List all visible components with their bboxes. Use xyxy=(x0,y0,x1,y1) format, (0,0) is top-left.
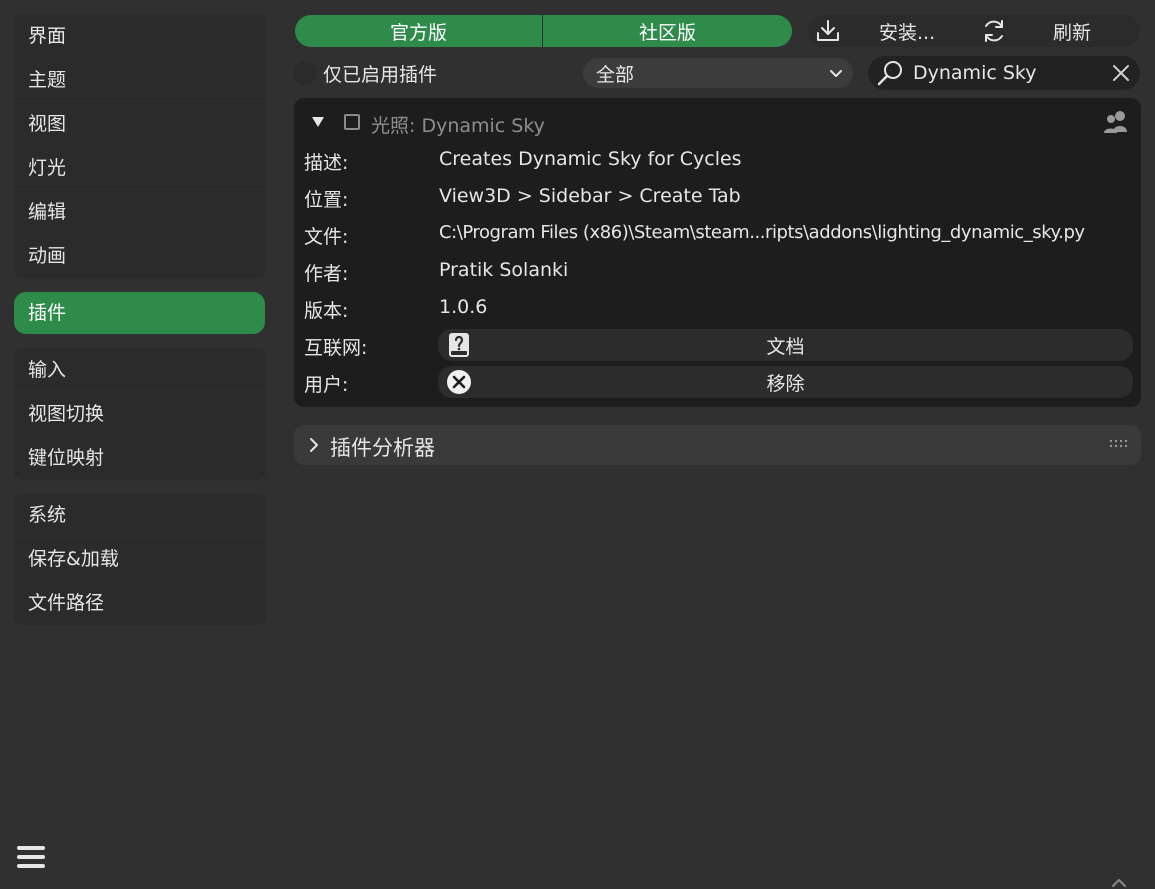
sidebar-item-addons[interactable]: 插件 xyxy=(14,292,265,334)
search-input[interactable]: Dynamic Sky xyxy=(913,62,1036,84)
hamburger-icon[interactable] xyxy=(17,843,45,871)
sidebar-item-save-load[interactable]: 保存&加载 xyxy=(14,537,266,581)
install-label: 安装... xyxy=(879,21,936,44)
search-icon xyxy=(877,61,902,86)
chevron-down-icon xyxy=(830,70,842,77)
refresh-button[interactable]: 刷新 xyxy=(974,15,1140,47)
expand-triangle-icon[interactable] xyxy=(312,117,324,128)
enabled-only-label: 仅已启用插件 xyxy=(323,63,438,86)
addon-enable-checkbox[interactable] xyxy=(344,114,360,130)
addon-profiler-panel[interactable]: 插件分析器 xyxy=(294,425,1141,465)
remove-x-icon xyxy=(447,370,471,394)
sidebar-item-interface[interactable]: 界面 xyxy=(14,14,266,58)
sidebar-item-file-paths[interactable]: 文件路径 xyxy=(14,581,266,625)
sidebar-item-lights[interactable]: 灯光 xyxy=(14,146,266,190)
download-icon xyxy=(817,20,839,41)
sidebar-item-input[interactable]: 输入 xyxy=(14,348,266,392)
internet-label: 互联网: xyxy=(304,337,368,359)
file-label: 文件: xyxy=(304,226,349,248)
author-value: Pratik Solanki xyxy=(439,259,569,281)
chevron-up-icon[interactable] xyxy=(1110,876,1128,888)
help-book-icon xyxy=(449,333,469,357)
addon-profiler-title: 插件分析器 xyxy=(330,436,435,460)
enabled-only-checkbox[interactable] xyxy=(293,61,317,85)
sidebar-item-system[interactable]: 系统 xyxy=(14,493,266,537)
search-field[interactable]: Dynamic Sky xyxy=(868,56,1140,90)
refresh-icon xyxy=(985,20,1003,42)
category-dropdown[interactable]: 全部 xyxy=(583,58,853,88)
install-refresh-group: 安装... 刷新 xyxy=(808,15,1140,47)
refresh-label: 刷新 xyxy=(1053,21,1092,44)
install-button[interactable]: 安装... xyxy=(808,15,974,47)
sidebar-item-viewport[interactable]: 视图 xyxy=(14,102,266,146)
remove-label: 移除 xyxy=(766,372,805,395)
clear-search-icon[interactable] xyxy=(1112,64,1130,82)
description-value: Creates Dynamic Sky for Cycles xyxy=(439,148,742,170)
location-label: 位置: xyxy=(304,189,349,211)
drag-handle-icon[interactable] xyxy=(1109,439,1129,449)
category-value: 全部 xyxy=(596,63,635,86)
remove-button[interactable]: 移除 xyxy=(438,366,1133,398)
author-label: 作者: xyxy=(304,263,349,285)
sidebar-group-system: 系统 保存&加载 文件路径 xyxy=(14,493,266,625)
sidebar-item-themes[interactable]: 主题 xyxy=(14,58,266,102)
users-icon xyxy=(1104,111,1127,133)
file-value: C:\Program Files (x86)\Steam\steam...rip… xyxy=(439,222,1085,243)
official-tab-button[interactable]: 官方版 xyxy=(295,15,542,47)
addon-panel: 光照: Dynamic Sky 描述: Creates Dynamic Sky … xyxy=(294,98,1141,407)
version-label: 版本: xyxy=(304,300,349,322)
sidebar-group-input: 输入 视图切换 键位映射 xyxy=(14,348,266,480)
description-label: 描述: xyxy=(304,152,349,174)
sidebar-item-navigation[interactable]: 视图切换 xyxy=(14,392,266,436)
chevron-right-icon xyxy=(310,438,318,452)
enabled-only-toggle[interactable]: 仅已启用插件 xyxy=(293,60,437,86)
user-label: 用户: xyxy=(304,374,349,396)
addon-header[interactable]: 光照: Dynamic Sky xyxy=(294,108,1141,137)
documentation-button[interactable]: 文档 xyxy=(438,329,1133,361)
community-tab-button[interactable]: 社区版 xyxy=(543,15,792,47)
sidebar-item-animation[interactable]: 动画 xyxy=(14,234,266,278)
location-value: View3D > Sidebar > Create Tab xyxy=(439,185,741,207)
version-value: 1.0.6 xyxy=(439,296,488,318)
sidebar-group-display: 界面 主题 视图 灯光 编辑 动画 xyxy=(14,14,266,278)
sidebar-item-editing[interactable]: 编辑 xyxy=(14,190,266,234)
preferences-window: 界面 主题 视图 灯光 编辑 动画 插件 输入 视图切换 键位映射 系统 保存&… xyxy=(0,0,1155,889)
addon-title: 光照: Dynamic Sky xyxy=(371,115,545,137)
documentation-label: 文档 xyxy=(766,335,805,358)
sidebar-item-keymap[interactable]: 键位映射 xyxy=(14,436,266,480)
